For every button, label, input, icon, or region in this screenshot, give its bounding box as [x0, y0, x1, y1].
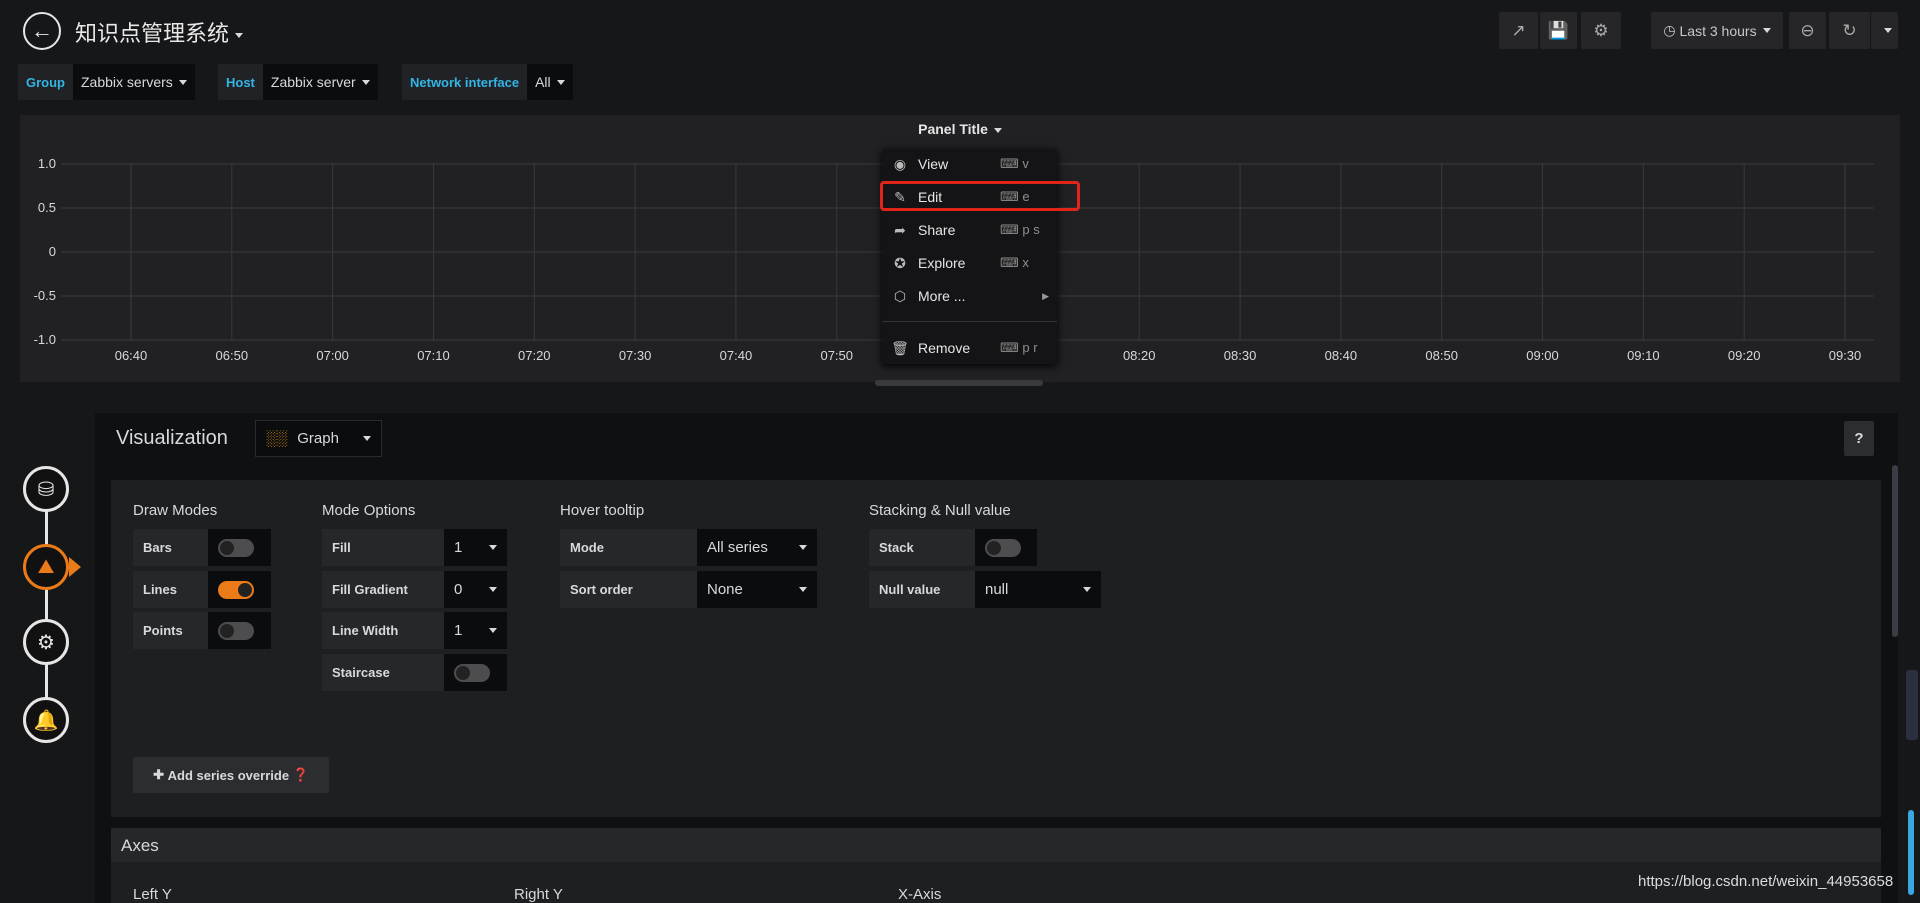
visualization-tab[interactable]: ⛰	[23, 544, 69, 590]
menu-item-share[interactable]: ➦ Share ⌨ p s	[882, 215, 1057, 245]
trash-icon: 🗑	[891, 339, 909, 356]
line-width-select[interactable]: 1	[444, 612, 507, 649]
keyboard-icon: ⌨	[1000, 156, 1019, 171]
refresh-button[interactable]: ↻	[1829, 12, 1870, 49]
queries-tab[interactable]: ⛁	[23, 466, 69, 512]
panel-resize-handle[interactable]	[875, 380, 1043, 386]
back-button[interactable]: ←	[23, 12, 61, 50]
keyboard-icon: ⌨	[1000, 255, 1019, 270]
x-tick-label: 09:30	[1828, 348, 1862, 363]
watermark: https://blog.csdn.net/weixin_44953658	[1638, 873, 1894, 890]
explore-icon: ✪	[894, 254, 906, 271]
level-meter	[1906, 670, 1918, 740]
network-interface-select[interactable]: All	[527, 64, 573, 100]
active-tab-pointer	[69, 557, 81, 577]
x-tick-label: 09:20	[1727, 348, 1761, 363]
x-tick-label: 08:50	[1425, 348, 1458, 363]
database-icon: ⛁	[37, 478, 55, 501]
save-button[interactable]: 💾	[1540, 12, 1577, 49]
menu-divider	[882, 321, 1057, 322]
zoom-out-icon: ⊖	[1800, 20, 1815, 40]
host-select[interactable]: Zabbix server	[262, 64, 378, 100]
x-tick-label: 07:50	[820, 348, 854, 363]
x-tick-label: 09:00	[1526, 348, 1559, 363]
chevron-down-icon	[235, 32, 244, 38]
menu-item-view[interactable]: ◉ View ⌨ v	[882, 149, 1057, 179]
add-series-override-button[interactable]: ✚ Add series override ❓	[133, 757, 329, 793]
keyboard-icon: ⌨	[1000, 222, 1019, 237]
null-value-select[interactable]: null	[975, 571, 1101, 608]
y-tick-label: 0	[48, 244, 56, 259]
group-select[interactable]: Zabbix servers	[73, 64, 195, 100]
x-tick-label: 07:40	[719, 348, 753, 363]
points-row[interactable]: Points	[133, 612, 271, 649]
bars-row[interactable]: Bars	[133, 529, 271, 566]
points-toggle[interactable]	[218, 621, 254, 640]
refresh-icon: ↻	[1842, 20, 1857, 40]
lines-toggle[interactable]	[218, 580, 254, 599]
refresh-interval-dropdown[interactable]	[1871, 12, 1898, 49]
visualization-picker[interactable]: ░░ Graph	[255, 420, 382, 457]
help-button[interactable]: ?	[1844, 421, 1874, 456]
variable-network-interface[interactable]: Network interface All	[402, 64, 573, 100]
y-tick-label: 0.5	[37, 200, 56, 215]
arrow-left-icon: ←	[31, 18, 53, 43]
x-tick-label: 08:40	[1324, 348, 1358, 363]
zoom-out-button[interactable]: ⊖	[1789, 12, 1826, 49]
bell-icon: 🔔	[33, 709, 59, 732]
scrollbar[interactable]	[1892, 465, 1898, 637]
sort-order-select[interactable]: None	[697, 571, 817, 608]
edit-highlight-box	[880, 181, 1080, 211]
x-tick-label: 08:20	[1122, 348, 1156, 363]
x-tick-label: 07:10	[417, 348, 450, 363]
gear-icon: ⚙	[1593, 20, 1609, 40]
share-icon: ↗	[1511, 20, 1526, 40]
y-tick-label: 1.0	[37, 156, 56, 171]
plus-icon: ✚	[153, 767, 168, 782]
bars-toggle[interactable]	[218, 538, 254, 557]
share-icon: ➦	[894, 221, 906, 238]
settings-button[interactable]: ⚙	[1581, 12, 1621, 49]
x-tick-label: 07:30	[618, 348, 652, 363]
fill-select[interactable]: 1	[444, 529, 507, 566]
menu-item-remove[interactable]: 🗑 Remove ⌨ p r	[882, 333, 1057, 363]
cog-wrench-icon: ⚙	[37, 631, 55, 654]
alert-tab[interactable]: 🔔	[23, 697, 69, 743]
stack-toggle[interactable]	[985, 538, 1021, 557]
x-tick-label: 08:30	[1223, 348, 1257, 363]
dashboard-title[interactable]: 知识点管理系统	[75, 16, 244, 48]
staircase-toggle[interactable]	[454, 663, 490, 682]
x-tick-label: 07:00	[316, 348, 349, 363]
variable-host[interactable]: Host Zabbix server	[218, 64, 378, 100]
visualization-label: Visualization	[116, 427, 228, 449]
fill-gradient-select[interactable]: 0	[444, 571, 507, 608]
volume-slider[interactable]	[1908, 810, 1914, 895]
share-dashboard-button[interactable]: ↗	[1499, 12, 1538, 49]
chart-area-icon: ⛰	[37, 555, 55, 578]
y-tick-label: -1.0	[33, 332, 56, 347]
y-tick-label: -0.5	[33, 288, 56, 303]
menu-item-explore[interactable]: ✪ Explore ⌨ x	[882, 248, 1057, 278]
general-tab[interactable]: ⚙	[23, 619, 69, 665]
x-tick-label: 06:40	[114, 348, 148, 363]
cube-icon: ⬡	[893, 287, 907, 304]
keyboard-icon: ⌨	[1000, 340, 1019, 355]
eye-icon: ◉	[893, 155, 907, 172]
clock-icon: ◷	[1663, 22, 1680, 38]
menu-item-more[interactable]: ⬡ More ... ▶	[882, 281, 1057, 311]
chevron-right-icon: ▶	[1042, 290, 1049, 301]
lines-row[interactable]: Lines	[133, 571, 271, 608]
tooltip-mode-select[interactable]: All series	[697, 529, 817, 566]
chevron-down-icon	[1883, 28, 1892, 33]
x-tick-label: 07:20	[518, 348, 551, 363]
variable-group[interactable]: Group Zabbix servers	[18, 64, 195, 100]
graph-icon: ░░	[266, 430, 288, 447]
axes-section: Axes Left Y Right Y X-Axis	[111, 828, 1881, 903]
time-picker[interactable]: ◷ Last 3 hours	[1651, 12, 1783, 49]
x-tick-label: 06:50	[215, 348, 249, 363]
help-circle-icon: ❓	[289, 767, 309, 782]
save-icon: 💾	[1547, 20, 1570, 40]
x-tick-label: 09:10	[1627, 348, 1660, 363]
